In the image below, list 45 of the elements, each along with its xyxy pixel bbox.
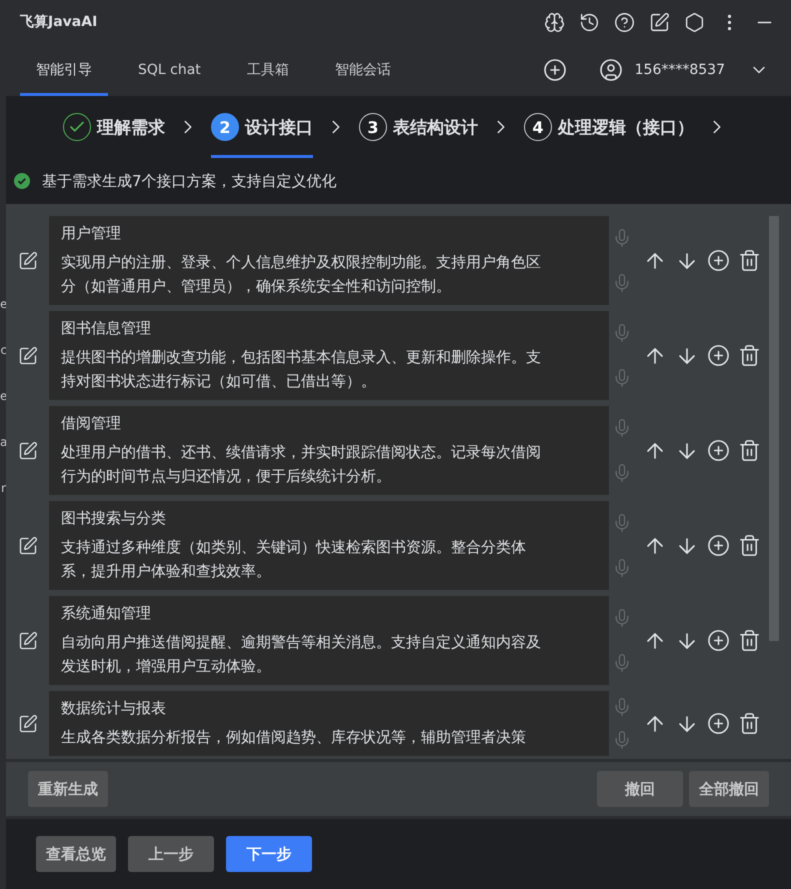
step-tab[interactable]: 2 设计接口 — [211, 96, 313, 158]
undo-all-button[interactable]: 全部撤回 — [689, 771, 769, 807]
interface-description: 支持通过多种维度（如类别、关键词）快速检索图书资源。整合分类体系，提升用户体验和查找效率。 — [61, 537, 527, 582]
next-button[interactable]: 下一步 — [226, 836, 312, 872]
editor-text: c — [0, 342, 7, 358]
step-tab[interactable]: 理解需求 — [63, 96, 165, 158]
interface-title: 借阅管理 — [61, 413, 122, 434]
interface-title: 图书信息管理 — [61, 318, 152, 339]
add-icon[interactable] — [705, 437, 732, 464]
add-icon[interactable] — [705, 247, 732, 274]
editor-text: a — [0, 434, 7, 450]
previous-button[interactable]: 上一步 — [128, 836, 214, 872]
interface-description: 实现用户的注册、登录、个人信息维护及权限控制功能。支持用户角色区分（如普通用户、管理员），确保系统安全性和访问控制。 — [61, 252, 542, 297]
add-icon[interactable] — [705, 627, 732, 654]
step-tab[interactable]: 3 表结构设计 — [359, 96, 478, 158]
step-label: 理解需求 — [97, 116, 165, 138]
step-number: 4 — [524, 113, 552, 141]
undo-button[interactable]: 撤回 — [597, 771, 683, 807]
status-message: 基于需求生成7个接口方案，支持自定义优化 — [42, 172, 337, 190]
scrollbar[interactable] — [769, 216, 779, 641]
step-number: 2 — [211, 113, 239, 141]
success-icon — [14, 173, 30, 189]
add-icon[interactable] — [705, 342, 732, 369]
account-phone: 156****8537 — [634, 62, 725, 78]
interface-title: 用户管理 — [61, 223, 122, 244]
interface-description: 提供图书的增删改查功能，包括图书基本信息录入、更新和删除操作。支持对图书状态进行标记（如可借、已借出等）。 — [61, 347, 542, 392]
interface-title: 系统通知管理 — [61, 603, 152, 624]
window-title: 飞算JavaAI — [20, 13, 98, 31]
step-label: 设计接口 — [245, 116, 313, 138]
add-icon[interactable] — [705, 710, 732, 737]
interface-description: 生成各类数据分析报告，例如借阅趋势、库存状况等，辅助管理者决策 — [61, 727, 527, 748]
step-number: 3 — [359, 113, 387, 141]
interface-description: 处理用户的借书、还书、续借请求，并实时跟踪借阅状态。记录每次借阅行为的时间节点与归还情况，便于后续统计分析。 — [61, 442, 542, 487]
step-label: 处理逻辑（接口） — [558, 116, 694, 138]
step-tab[interactable]: 4 处理逻辑（接口） — [524, 96, 694, 158]
interface-description: 自动向用户推送借阅提醒、逾期警告等相关消息。支持自定义通知内容及发送时机，增强用户互动体验。 — [61, 632, 542, 677]
tab[interactable]: SQL chat — [122, 44, 217, 96]
tab[interactable]: 智能会话 — [318, 44, 407, 96]
interface-title: 数据统计与报表 — [61, 698, 167, 719]
overview-button[interactable]: 查看总览 — [36, 836, 116, 872]
regenerate-button[interactable]: 重新生成 — [28, 771, 108, 807]
interface-title: 图书搜索与分类 — [61, 508, 167, 529]
add-icon[interactable] — [705, 532, 732, 559]
step-label: 表结构设计 — [393, 116, 478, 138]
tab[interactable]: 工具箱 — [230, 44, 305, 96]
